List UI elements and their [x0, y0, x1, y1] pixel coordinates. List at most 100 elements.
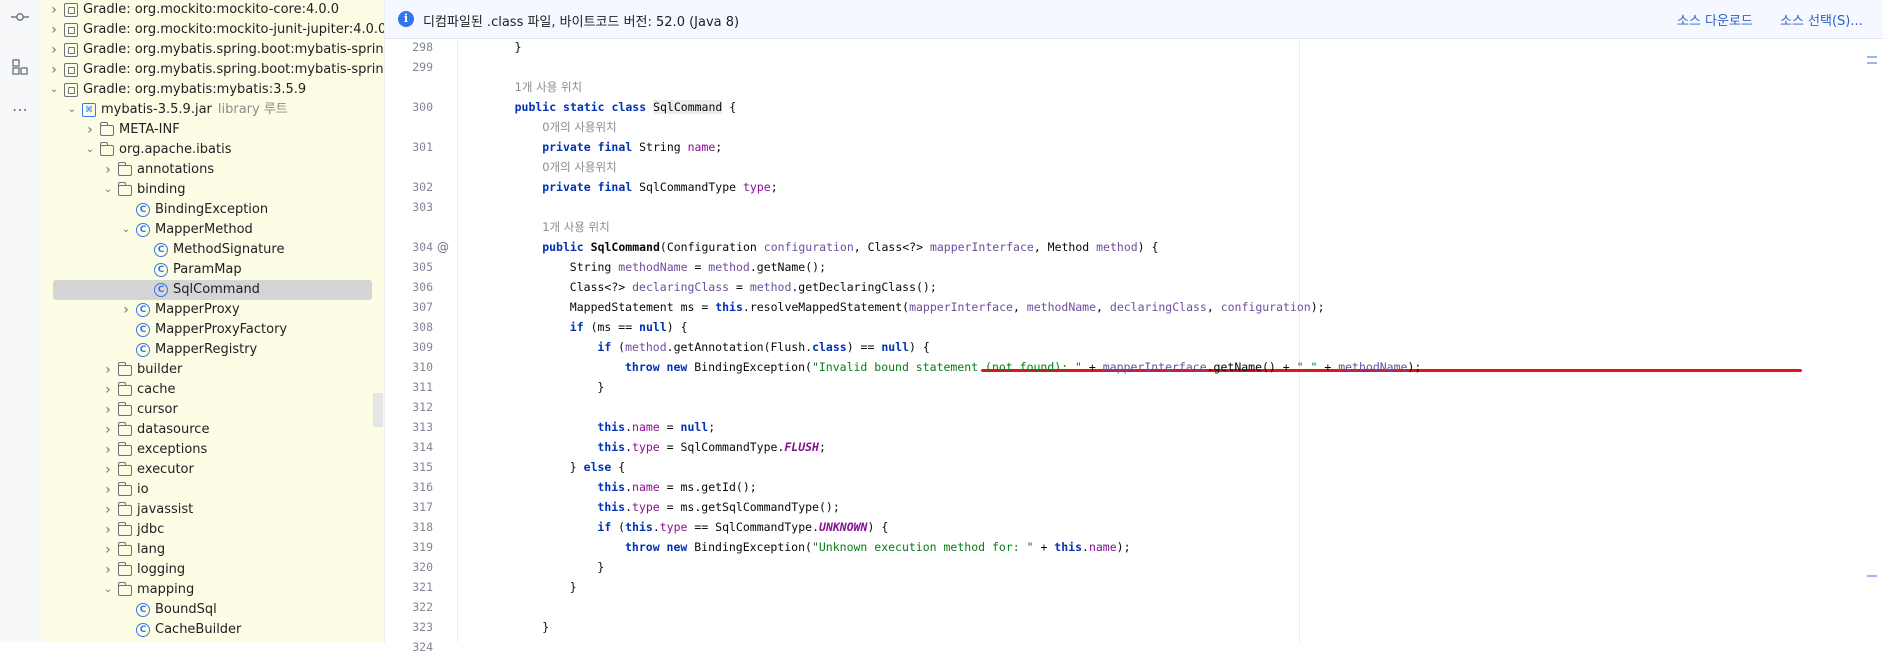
chevron-down-icon[interactable]: ⌄	[66, 100, 78, 120]
chevron-right-icon[interactable]: ›	[84, 120, 96, 140]
tree-item[interactable]: › datasource	[40, 420, 384, 440]
code-token: +	[1317, 360, 1339, 374]
tree-item[interactable]: › Gradle: org.mockito:mockito-core:4.0.0	[40, 0, 384, 20]
tree-item[interactable]: C MapperRegistry	[40, 340, 384, 360]
splitter-handle[interactable]	[373, 393, 383, 427]
chevron-right-icon[interactable]: ›	[102, 460, 114, 480]
tree-item[interactable]: › cache	[40, 380, 384, 400]
tree-item[interactable]: › Gradle: org.mybatis.spring.boot:mybatis…	[40, 60, 384, 80]
line-number: 305	[412, 260, 433, 274]
chevron-right-icon[interactable]: ›	[102, 500, 114, 520]
tree-item[interactable]: ⌄ Gradle: org.mybatis:mybatis:3.5.9	[40, 80, 384, 100]
code-line: this.type = ms.getSqlCommandType();	[597, 497, 839, 517]
tree-item[interactable]: › META-INF	[40, 120, 384, 140]
code-token: ) ==	[846, 340, 882, 354]
scroll-marker	[1867, 56, 1877, 58]
code-editor[interactable]: i 디컴파일된 .class 파일, 바이트코드 버전: 52.0 (Java …	[385, 0, 1883, 654]
more-icon[interactable]: ⋯	[8, 98, 32, 122]
chevron-right-icon[interactable]: ›	[102, 520, 114, 540]
chevron-down-icon[interactable]: ⌄	[102, 180, 114, 200]
tree-item[interactable]: C BindingException	[40, 200, 384, 220]
tree-item[interactable]: ⌄ C MapperMethod	[40, 220, 384, 240]
code-token: method	[708, 260, 750, 274]
usage-hint[interactable]: 0개의 사용위치	[542, 157, 616, 177]
code-token: configuration	[763, 240, 854, 254]
code-token: name	[1088, 540, 1117, 554]
tree-item[interactable]: › jdbc	[40, 520, 384, 540]
code-line: this.type = SqlCommandType.FLUSH;	[597, 437, 826, 457]
chevron-right-icon[interactable]: ›	[48, 40, 60, 60]
usage-hint[interactable]: 1개 사용 위치	[542, 217, 610, 237]
tree-item[interactable]: ⌄ ⌘ mybatis-3.5.9.jar library 루트	[40, 100, 384, 120]
tree-item[interactable]: C MethodSignature	[40, 240, 384, 260]
chevron-right-icon[interactable]: ›	[48, 0, 60, 20]
tree-item[interactable]: C MapperProxyFactory	[40, 320, 384, 340]
tree-item[interactable]: › Gradle: org.mybatis.spring.boot:mybatis…	[40, 40, 384, 60]
tree-item[interactable]: › logging	[40, 560, 384, 580]
chevron-right-icon[interactable]: ›	[102, 160, 114, 180]
tree-item[interactable]: C CacheBuilder	[40, 620, 384, 640]
structure-icon[interactable]	[8, 58, 32, 82]
tree-item-label: executor	[137, 462, 194, 477]
tree-item[interactable]: › exceptions	[40, 440, 384, 460]
class-icon: C	[136, 223, 150, 237]
tree-item[interactable]: › C MapperProxy	[40, 300, 384, 320]
tree-item[interactable]: › io	[40, 480, 384, 500]
folder-icon	[118, 162, 132, 176]
code-token: = SqlCommandType.	[659, 440, 785, 454]
download-sources-link[interactable]: 소스 다운로드	[1677, 10, 1753, 29]
tree-item[interactable]: › cursor	[40, 400, 384, 420]
chevron-down-icon[interactable]: ⌄	[48, 80, 60, 100]
code-token: null	[639, 320, 667, 334]
tree-item[interactable]: ⌄ binding	[40, 180, 384, 200]
usage-hint[interactable]: 1개 사용 위치	[515, 77, 583, 97]
usage-hint[interactable]: 0개의 사용위치	[542, 117, 616, 137]
tree-item[interactable]: C BoundSql	[40, 600, 384, 620]
tree-item-label: MapperMethod	[155, 222, 253, 237]
code-token: .	[625, 440, 633, 454]
chevron-right-icon[interactable]: ›	[102, 540, 114, 560]
code-token: .resolveMappedStatement(	[742, 300, 910, 314]
code-token: this	[597, 480, 626, 494]
gutter-separator	[457, 38, 458, 642]
chevron-down-icon[interactable]: ⌄	[84, 140, 96, 160]
tree-item[interactable]: › Gradle: org.mockito:mockito-junit-jupit…	[40, 20, 384, 40]
chevron-down-icon[interactable]: ⌄	[102, 580, 114, 600]
tree-item[interactable]: › builder	[40, 360, 384, 380]
chevron-right-icon[interactable]: ›	[102, 420, 114, 440]
tree-item[interactable]: ⌄ mapping	[40, 580, 384, 600]
tree-item-label: MapperProxy	[155, 302, 240, 317]
code-line: if (this.type == SqlCommandType.UNKNOWN)…	[597, 517, 888, 537]
class-icon: C	[136, 303, 150, 317]
chevron-right-icon[interactable]: ›	[102, 380, 114, 400]
chevron-right-icon[interactable]: ›	[48, 60, 60, 80]
tree-item-label: builder	[137, 362, 183, 377]
chevron-right-icon[interactable]: ›	[102, 400, 114, 420]
line-number: 309	[412, 340, 433, 354]
annotation-gutter-icon[interactable]: @	[435, 237, 451, 257]
folder-icon	[118, 582, 132, 596]
tree-item[interactable]: › executor	[40, 460, 384, 480]
choose-sources-link[interactable]: 소스 선택(S)...	[1780, 10, 1863, 29]
commit-icon[interactable]	[8, 8, 32, 32]
tree-item[interactable]: C SqlCommand	[53, 280, 372, 300]
code-token: );	[1116, 540, 1131, 554]
code-token: if	[597, 340, 619, 354]
tree-item-label: MethodSignature	[173, 242, 285, 257]
class-icon: C	[154, 263, 168, 277]
chevron-right-icon[interactable]: ›	[102, 440, 114, 460]
tree-item[interactable]: › javassist	[40, 500, 384, 520]
chevron-right-icon[interactable]: ›	[102, 360, 114, 380]
chevron-down-icon[interactable]: ⌄	[120, 220, 132, 240]
chevron-right-icon[interactable]: ›	[102, 480, 114, 500]
chevron-right-icon[interactable]: ›	[48, 20, 60, 40]
tree-item[interactable]: C ParamMap	[40, 260, 384, 280]
code-token: ;	[715, 140, 723, 154]
chevron-right-icon[interactable]: ›	[120, 300, 132, 320]
tree-item[interactable]: › annotations	[40, 160, 384, 180]
chevron-right-icon[interactable]: ›	[102, 560, 114, 580]
code-line: String methodName = method.getName();	[570, 257, 826, 277]
library-icon	[64, 43, 78, 57]
tree-item[interactable]: › lang	[40, 540, 384, 560]
tree-item[interactable]: ⌄ org.apache.ibatis	[40, 140, 384, 160]
